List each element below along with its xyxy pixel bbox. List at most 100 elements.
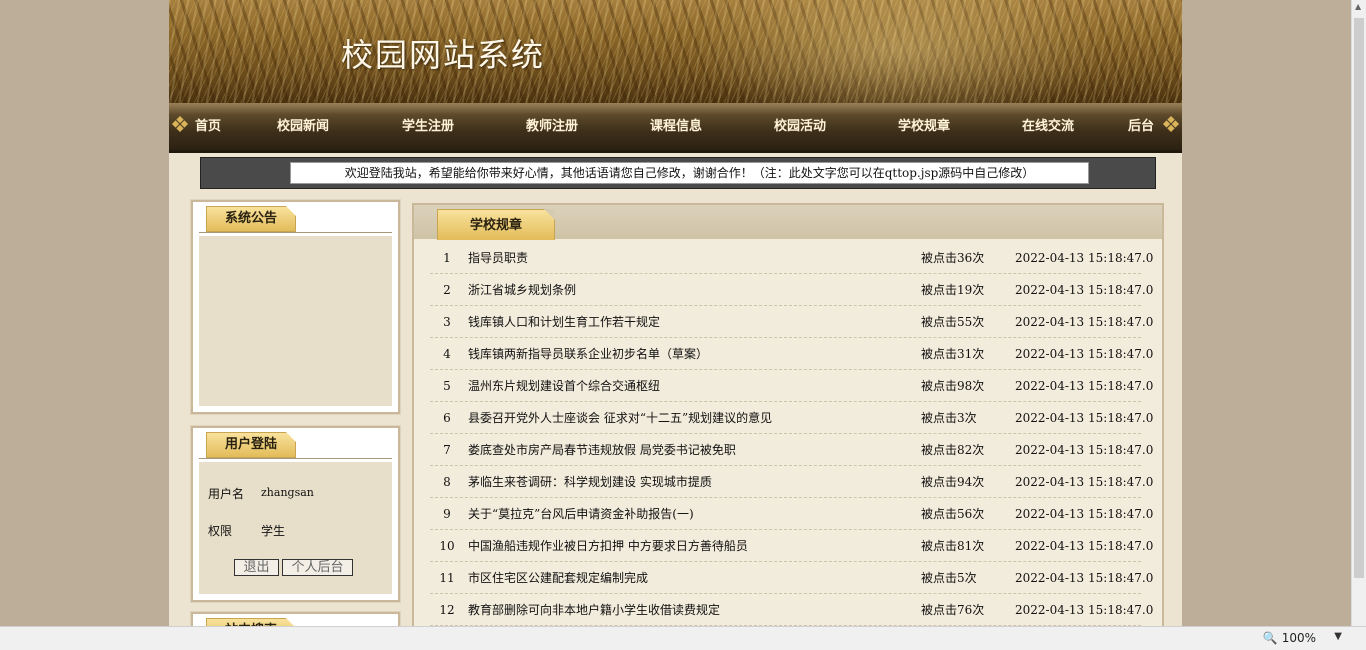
row-hit-count: 被点击98次 xyxy=(921,379,985,393)
row-hit-count: 被点击81次 xyxy=(921,539,985,553)
site-title: 校园网站系统 xyxy=(341,36,546,74)
row-index: 12 xyxy=(439,603,455,617)
row-timestamp: 2022-04-13 15:18:47.0 xyxy=(1015,475,1154,489)
row-index: 2 xyxy=(443,283,451,297)
zoom-dropdown-icon[interactable]: ▼ xyxy=(1334,631,1342,642)
list-item: 8 茅临生来苍调研：科学规划建设 实现城市提质 被点击94次 2022-04-13 1… xyxy=(430,466,1153,498)
notice-title: 系统公告 xyxy=(206,206,296,232)
row-index: 9 xyxy=(443,507,451,521)
login-panel: 用户登陆 用户名 zhangsan 权限 学生 退出 个人后台 xyxy=(191,426,400,602)
login-body: 用户名 zhangsan 权限 学生 退出 个人后台 xyxy=(199,462,392,594)
row-title-link[interactable]: 娄底查处市房产局春节违规放假 局党委书记被免职 xyxy=(468,434,736,466)
search-panel: 站内搜索 xyxy=(191,612,400,626)
nav-student-register[interactable]: 学生注册 xyxy=(402,103,454,150)
nav-admin[interactable]: 后台 xyxy=(1128,103,1154,150)
row-title-link[interactable]: 市区住宅区公建配套规定编制完成 xyxy=(468,562,648,594)
row-hit-count: 被点击36次 xyxy=(921,251,985,265)
nav-campus-activities[interactable]: 校园活动 xyxy=(774,103,826,150)
logout-button[interactable]: 退出 xyxy=(234,559,279,576)
list-item: 4 钱库镇两新指导员联系企业初步名单（草案） 被点击31次 2022-04-13 15… xyxy=(430,338,1153,370)
row-index: 1 xyxy=(443,251,451,265)
row-hit-count: 被点击82次 xyxy=(921,443,985,457)
row-hit-count: 被点击76次 xyxy=(921,603,985,617)
row-index: 6 xyxy=(443,411,451,425)
row-title-link[interactable]: 中国渔船违规作业被日方扣押 中方要求日方善待船员 xyxy=(468,530,748,562)
row-timestamp: 2022-04-13 15:18:47.0 xyxy=(1015,571,1154,585)
list-item: 6 县委召开党外人士座谈会 征求对“十二五”规划建议的意见 被点击3次 2022-04… xyxy=(430,402,1153,434)
browser-status-bar: 🔍 100% ▼ xyxy=(0,626,1366,650)
notice-panel: 系统公告 xyxy=(191,200,400,414)
rules-panel-header: 学校规章 xyxy=(414,205,1162,240)
nav-ornament-left-icon: ❖ xyxy=(170,113,190,138)
list-item: 10 中国渔船违规作业被日方扣押 中方要求日方善待船员 被点击81次 2022-04-… xyxy=(430,530,1153,562)
row-index: 8 xyxy=(443,475,451,489)
row-timestamp: 2022-04-13 15:18:47.0 xyxy=(1015,379,1154,393)
page-container: 校园网站系统 ❖ 首页 校园新闻 学生注册 教师注册 课程信息 校园活动 学校规… xyxy=(169,0,1182,626)
zoom-level[interactable]: 🔍 100% xyxy=(1263,631,1316,645)
scroll-thumb[interactable] xyxy=(1354,18,1364,578)
row-title-link[interactable]: 浙江省城乡规划条例 xyxy=(468,274,576,306)
row-title-link[interactable]: 温州东片规划建设首个综合交通枢纽 xyxy=(468,370,660,402)
username-label: 用户名 xyxy=(208,487,245,501)
row-title-link[interactable]: 指导员职责 xyxy=(468,242,528,274)
nav-campus-news[interactable]: 校园新闻 xyxy=(277,103,329,150)
row-index: 5 xyxy=(443,379,451,393)
rules-panel-title: 学校规章 xyxy=(437,209,555,240)
nav-ornament-right-icon: ❖ xyxy=(1161,113,1181,138)
list-item: 12 教育部删除可向非本地户籍小学生收借读费规定 被点击76次 2022-04-13 … xyxy=(430,594,1153,626)
row-title-link[interactable]: 县委召开党外人士座谈会 征求对“十二五”规划建议的意见 xyxy=(468,402,772,434)
rules-list: 1 指导员职责 被点击36次 2022-04-13 15:18:47.0 2 浙江省城乡规… xyxy=(430,242,1153,626)
nav-home[interactable]: 首页 xyxy=(195,103,221,150)
row-index: 10 xyxy=(439,539,455,553)
row-hit-count: 被点击5次 xyxy=(921,571,977,585)
nav-school-rules[interactable]: 学校规章 xyxy=(898,103,950,150)
username-value: zhangsan xyxy=(261,486,314,499)
login-divider xyxy=(199,458,392,459)
row-title-link[interactable]: 茅临生来苍调研：科学规划建设 实现城市提质 xyxy=(468,466,712,498)
row-timestamp: 2022-04-13 15:18:47.0 xyxy=(1015,347,1154,361)
vertical-scrollbar[interactable]: ▲ xyxy=(1351,0,1366,626)
role-label: 权限 xyxy=(208,524,233,538)
row-title-link[interactable]: 教育部删除可向非本地户籍小学生收借读费规定 xyxy=(468,594,720,626)
row-timestamp: 2022-04-13 15:18:47.0 xyxy=(1015,507,1154,521)
personal-admin-button[interactable]: 个人后台 xyxy=(282,559,353,576)
list-item: 2 浙江省城乡规划条例 被点击19次 2022-04-13 15:18:47.0 xyxy=(430,274,1153,306)
main-nav: ❖ 首页 校园新闻 学生注册 教师注册 课程信息 校园活动 学校规章 在线交流 … xyxy=(169,103,1182,153)
row-hit-count: 被点击56次 xyxy=(921,507,985,521)
row-title-link[interactable]: 关于“莫拉克”台风后申请资金补助报告(一) xyxy=(468,498,694,530)
row-index: 4 xyxy=(443,347,451,361)
row-hit-count: 被点击3次 xyxy=(921,411,977,425)
list-item: 11 市区住宅区公建配套规定编制完成 被点击5次 2022-04-13 15:18:4… xyxy=(430,562,1153,594)
list-item: 3 钱库镇人口和计划生育工作若干规定 被点击55次 2022-04-13 15:18:… xyxy=(430,306,1153,338)
row-timestamp: 2022-04-13 15:18:47.0 xyxy=(1015,443,1154,457)
row-timestamp: 2022-04-13 15:18:47.0 xyxy=(1015,251,1154,265)
row-hit-count: 被点击94次 xyxy=(921,475,985,489)
row-timestamp: 2022-04-13 15:18:47.0 xyxy=(1015,315,1154,329)
row-timestamp: 2022-04-13 15:18:47.0 xyxy=(1015,539,1154,553)
banner-glow xyxy=(689,0,1109,103)
row-timestamp: 2022-04-13 15:18:47.0 xyxy=(1015,411,1154,425)
nav-teacher-register[interactable]: 教师注册 xyxy=(526,103,578,150)
row-title-link[interactable]: 钱库镇人口和计划生育工作若干规定 xyxy=(468,306,660,338)
scroll-up-icon[interactable]: ▲ xyxy=(1355,2,1361,11)
row-index: 7 xyxy=(443,443,451,457)
row-hit-count: 被点击31次 xyxy=(921,347,985,361)
banner: 校园网站系统 xyxy=(169,0,1182,103)
row-hit-count: 被点击19次 xyxy=(921,283,985,297)
welcome-bar: 欢迎登陆我站，希望能给你带来好心情，其他话语请您自己修改，谢谢合作！（注：此处文… xyxy=(200,157,1156,189)
role-value: 学生 xyxy=(261,524,286,538)
search-panel-title: 站内搜索 xyxy=(206,618,296,626)
list-item: 5 温州东片规划建设首个综合交通枢纽 被点击98次 2022-04-13 15:18:… xyxy=(430,370,1153,402)
list-item: 9 关于“莫拉克”台风后申请资金补助报告(一) 被点击56次 2022-04-13 1… xyxy=(430,498,1153,530)
rules-panel: 学校规章 1 指导员职责 被点击36次 2022-04-13 15:18:47.0 2 浙… xyxy=(412,203,1164,626)
notice-divider xyxy=(199,232,392,233)
nav-course-info[interactable]: 课程信息 xyxy=(650,103,702,150)
nav-online-chat[interactable]: 在线交流 xyxy=(1022,103,1074,150)
zoom-value: 100% xyxy=(1281,631,1316,645)
row-timestamp: 2022-04-13 15:18:47.0 xyxy=(1015,603,1154,617)
login-title: 用户登陆 xyxy=(206,432,296,458)
row-timestamp: 2022-04-13 15:18:47.0 xyxy=(1015,283,1154,297)
row-title-link[interactable]: 钱库镇两新指导员联系企业初步名单（草案） xyxy=(468,338,708,370)
row-index: 11 xyxy=(439,571,455,585)
list-item: 7 娄底查处市房产局春节违规放假 局党委书记被免职 被点击82次 2022-04-13… xyxy=(430,434,1153,466)
